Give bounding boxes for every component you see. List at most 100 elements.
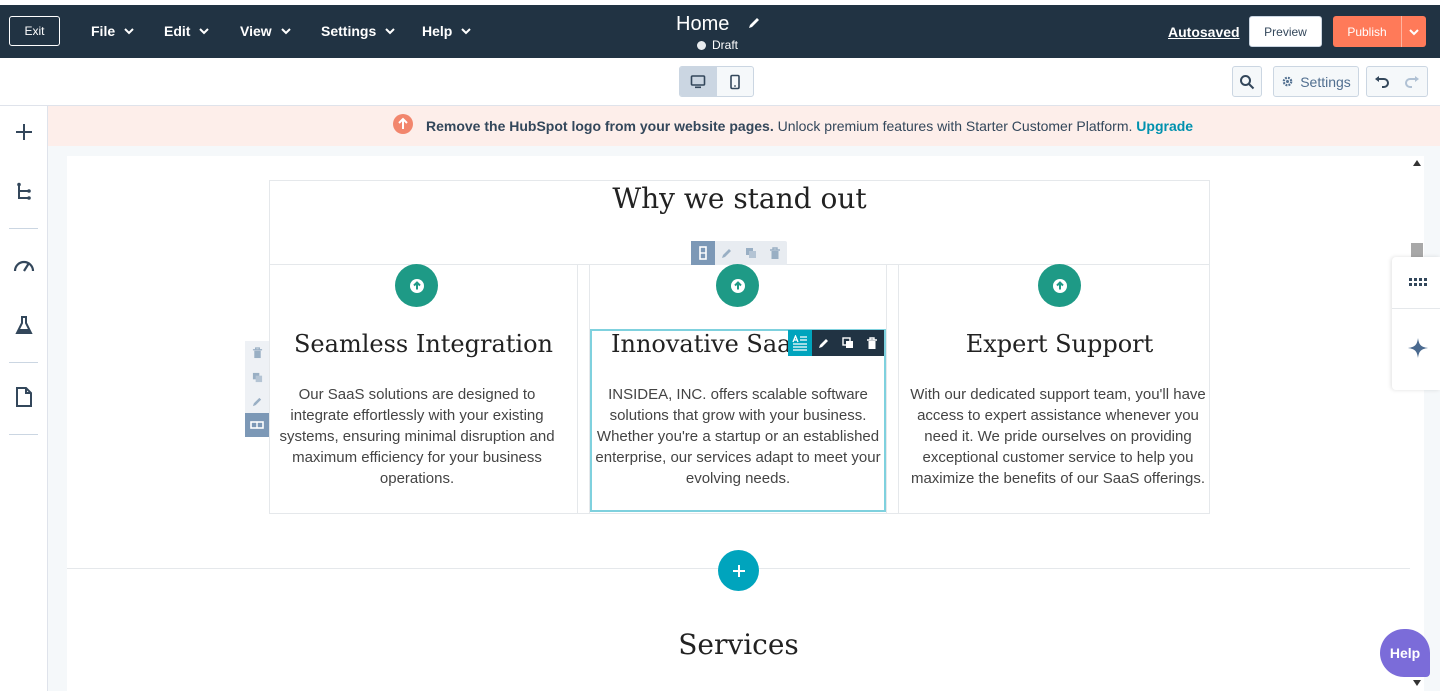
search-icon (1240, 74, 1255, 89)
test-button[interactable] (12, 313, 36, 337)
row-delete-button[interactable] (763, 241, 787, 265)
mobile-view-button[interactable] (717, 67, 754, 96)
upload-icon (1038, 264, 1081, 307)
clone-icon (842, 337, 853, 348)
editor-toolbar: Settings (0, 58, 1440, 106)
document-icon (16, 387, 32, 407)
trash-icon (252, 347, 262, 359)
section-heading[interactable]: Services (67, 628, 1410, 661)
upgrade-arrow-icon (393, 114, 413, 134)
add-module-button[interactable] (12, 120, 36, 144)
column-title[interactable]: Seamless Integration (270, 330, 577, 358)
columns-icon (699, 246, 707, 260)
exit-button[interactable]: Exit (9, 16, 60, 46)
rich-text-icon (792, 335, 807, 351)
undo-button[interactable] (1367, 67, 1397, 96)
optimize-button[interactable] (12, 253, 36, 277)
publish-options-button[interactable] (1401, 16, 1426, 47)
column-text[interactable]: Our SaaS solutions are designed to integ… (270, 384, 564, 489)
settings-label: Settings (1300, 73, 1351, 90)
module-clone-button[interactable] (836, 330, 860, 356)
status-label: Draft (712, 38, 739, 52)
add-icon (16, 124, 32, 140)
mobile-icon (729, 74, 740, 89)
chevron-down-icon (280, 28, 291, 35)
menu-view[interactable]: View (240, 16, 292, 46)
page-status: Draft (697, 38, 738, 52)
upgrade-link[interactable]: Upgrade (1136, 118, 1193, 134)
preview-button[interactable]: Preview (1249, 16, 1322, 47)
publish-button[interactable]: Publish (1333, 16, 1401, 47)
help-button[interactable]: Help (1380, 629, 1430, 677)
columns-icon (250, 421, 264, 429)
module-toolbar (788, 330, 884, 356)
scroll-down-arrow[interactable] (1413, 680, 1421, 686)
menu-help[interactable]: Help (422, 16, 472, 46)
clone-icon (252, 372, 262, 382)
column-delete-button[interactable] (245, 341, 269, 365)
layers-icon (17, 182, 31, 200)
menu-settings[interactable]: Settings (321, 16, 396, 46)
scroll-thumb[interactable] (1411, 243, 1423, 258)
row-toolbar (691, 241, 787, 265)
add-section-button[interactable] (718, 550, 759, 591)
column-layout-button[interactable] (245, 413, 269, 437)
page-title[interactable]: Home (676, 13, 729, 36)
upload-icon (716, 264, 759, 307)
selected-module-outline (590, 329, 886, 512)
module-edit-button[interactable] (812, 330, 836, 356)
right-tool-panel (1392, 257, 1440, 390)
banner-text: Unlock premium features with Starter Cus… (773, 118, 1137, 134)
status-dot (697, 40, 706, 50)
upgrade-banner: Remove the HubSpot logo from your websit… (48, 106, 1440, 146)
chevron-down-icon (199, 28, 210, 35)
trash-icon (770, 246, 780, 259)
row-edit-button[interactable] (715, 241, 739, 265)
settings-button[interactable]: Settings (1273, 66, 1359, 97)
desktop-icon (690, 74, 706, 88)
column-toolbar (245, 341, 269, 437)
module-type-button[interactable] (788, 330, 812, 356)
divider (1392, 308, 1440, 309)
undo-icon (1375, 75, 1389, 88)
ai-assistant-button[interactable] (1407, 337, 1429, 364)
layers-button[interactable] (12, 180, 36, 204)
undo-redo-group (1366, 66, 1428, 97)
search-button[interactable] (1232, 66, 1262, 97)
module-delete-button[interactable] (860, 330, 884, 356)
menu-edit[interactable]: Edit (164, 16, 210, 46)
desktop-view-button[interactable] (680, 67, 717, 96)
banner-bold-text: Remove the HubSpot logo from your websit… (426, 118, 774, 134)
page-content-button[interactable] (12, 385, 36, 409)
scroll-up-arrow[interactable] (1413, 160, 1421, 166)
column-divider (886, 265, 887, 513)
menu-help-label: Help (422, 23, 453, 39)
grid-button[interactable] (1408, 275, 1430, 293)
pencil-icon (819, 339, 828, 348)
row-layout-button[interactable] (691, 241, 715, 265)
chevron-down-icon (461, 28, 472, 35)
redo-icon (1405, 75, 1419, 88)
pencil-icon[interactable] (747, 16, 761, 30)
pencil-icon (252, 397, 261, 406)
left-sidebar (0, 106, 48, 691)
divider (9, 362, 38, 363)
sparkle-icon (1408, 338, 1428, 358)
row-clone-button[interactable] (739, 241, 763, 265)
trash-icon (867, 336, 877, 349)
autosaved-link[interactable]: Autosaved (1168, 24, 1240, 40)
column-clone-button[interactable] (245, 365, 269, 389)
editor-top-bar: Exit File Edit View Settings Help Home D… (0, 0, 1440, 58)
column-text[interactable]: With our dedicated support team, you'll … (903, 384, 1213, 489)
flask-icon (15, 316, 33, 334)
menu-file[interactable]: File (91, 16, 135, 46)
section-heading[interactable]: Why we stand out (269, 182, 1210, 215)
banner-message: Remove the HubSpot logo from your websit… (426, 118, 1193, 134)
redo-button[interactable] (1397, 67, 1427, 96)
speedometer-icon (13, 260, 35, 272)
column-edit-button[interactable] (245, 389, 269, 413)
menu-settings-label: Settings (321, 23, 377, 39)
column-title[interactable]: Expert Support (899, 330, 1220, 358)
add-icon (732, 564, 745, 577)
canvas-scrollbar[interactable] (1410, 156, 1424, 691)
